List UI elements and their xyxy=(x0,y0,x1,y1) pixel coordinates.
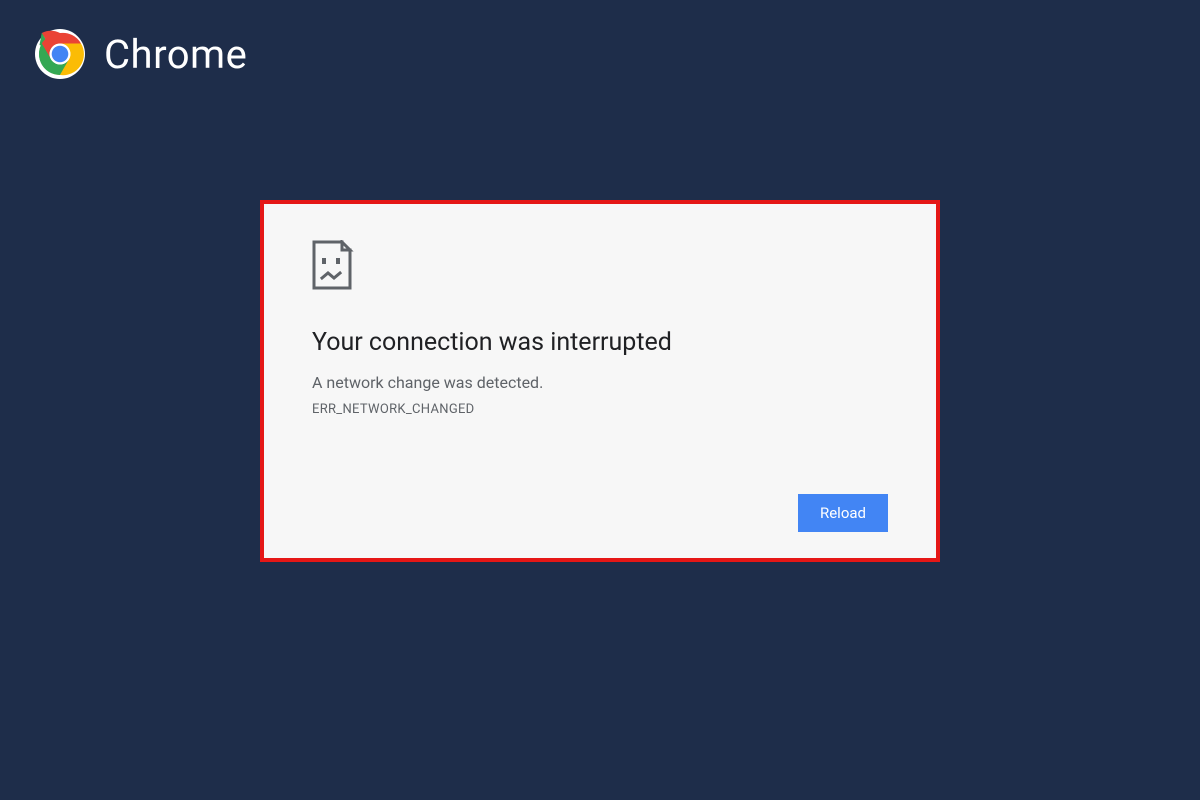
header: Chrome xyxy=(34,28,247,80)
error-subtext: A network change was detected. xyxy=(312,373,888,392)
error-panel: Your connection was interrupted A networ… xyxy=(260,200,940,562)
chrome-logo-icon xyxy=(34,28,86,80)
reload-button[interactable]: Reload xyxy=(798,494,888,532)
browser-name: Chrome xyxy=(104,31,247,78)
sad-page-icon xyxy=(312,240,356,290)
button-row: Reload xyxy=(312,494,888,532)
error-heading: Your connection was interrupted xyxy=(312,328,888,357)
error-code: ERR_NETWORK_CHANGED xyxy=(312,402,888,417)
